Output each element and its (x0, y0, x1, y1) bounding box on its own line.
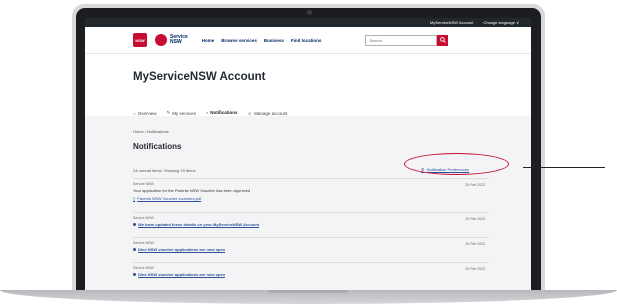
document-icon: ▯ (133, 196, 136, 201)
unread-dot-icon (133, 223, 136, 226)
nav-business[interactable]: Business (264, 38, 284, 43)
notification-item[interactable]: Service NSW 20 Feb 2022 We have updated … (133, 212, 489, 233)
user-settings-icon: ☺ (247, 110, 253, 116)
nav-find-locations[interactable]: Find locations (291, 38, 322, 43)
notification-item[interactable]: Service NSW 20 Feb 2022 Dine NSW voucher… (133, 237, 489, 258)
notification-link[interactable]: We have updated these details on your My… (133, 222, 489, 227)
nav-home[interactable]: Home (202, 38, 215, 43)
laptop-base-notch (268, 290, 348, 293)
notification-date: 20 Feb 2022 (465, 267, 485, 271)
language-selector[interactable]: Change language ∨ (483, 20, 519, 25)
breadcrumb[interactable]: Home / Notifications (133, 129, 169, 134)
unread-dot-icon (133, 248, 136, 251)
page-title: MyServiceNSW Account (133, 71, 266, 83)
top-utility-bar: MyServiceNSW Account Change language ∨ (85, 18, 531, 27)
notification-item[interactable]: Service NSW 20 Feb 2022 Dine NSW voucher… (133, 262, 489, 283)
attachment-link[interactable]: ▯ Parents NSW Voucher vouchers.pdf (133, 196, 489, 201)
unread-dot-icon (133, 273, 136, 276)
home-icon: ⌂ (133, 110, 136, 116)
notification-link[interactable]: Dine NSW voucher applications are now op… (133, 247, 489, 252)
unread-count: 24 unread items. Showing 15 items (133, 168, 196, 173)
preferences-highlight-ring (404, 153, 509, 175)
notification-item[interactable]: Service NSW 20 Feb 2022 Your application… (133, 178, 489, 209)
logo-nsw-text: NSW (170, 39, 182, 45)
search-icon (440, 37, 446, 43)
callout-pointer-line (523, 167, 605, 168)
search-box (365, 34, 449, 46)
notifications-heading: Notifications (133, 142, 182, 151)
webcam (307, 10, 312, 15)
notification-date: 20 Feb 2022 (465, 217, 485, 221)
notifications-content: Home / Notifications Notifications 24 un… (85, 116, 531, 296)
notification-sender: Service NSW (133, 216, 154, 220)
nav-browse-services[interactable]: Browse services (221, 38, 257, 43)
notification-date: 20 Feb 2022 (465, 183, 485, 187)
search-input[interactable] (365, 34, 438, 46)
notification-date: 20 Feb 2022 (465, 242, 485, 246)
service-nsw-emblem-icon (155, 34, 167, 46)
bell-icon: ♪ (206, 109, 209, 115)
search-button[interactable] (437, 34, 449, 46)
site-header: NSW Service NSW Home Browse services Bus… (85, 27, 531, 54)
notification-message: Your application for the Parents NSW Vou… (133, 188, 251, 193)
nsw-logo[interactable]: NSW (133, 33, 147, 47)
main-nav: Home Browse services Business Find locat… (202, 38, 322, 43)
notification-link[interactable]: Dine NSW voucher applications are now op… (133, 272, 489, 277)
notification-sender: Service NSW (133, 266, 154, 270)
notification-sender: Service NSW (133, 241, 154, 245)
account-link[interactable]: MyServiceNSW Account (430, 20, 473, 25)
notification-sender: Service NSW (133, 182, 154, 186)
service-nsw-logo[interactable]: Service NSW (155, 34, 188, 46)
